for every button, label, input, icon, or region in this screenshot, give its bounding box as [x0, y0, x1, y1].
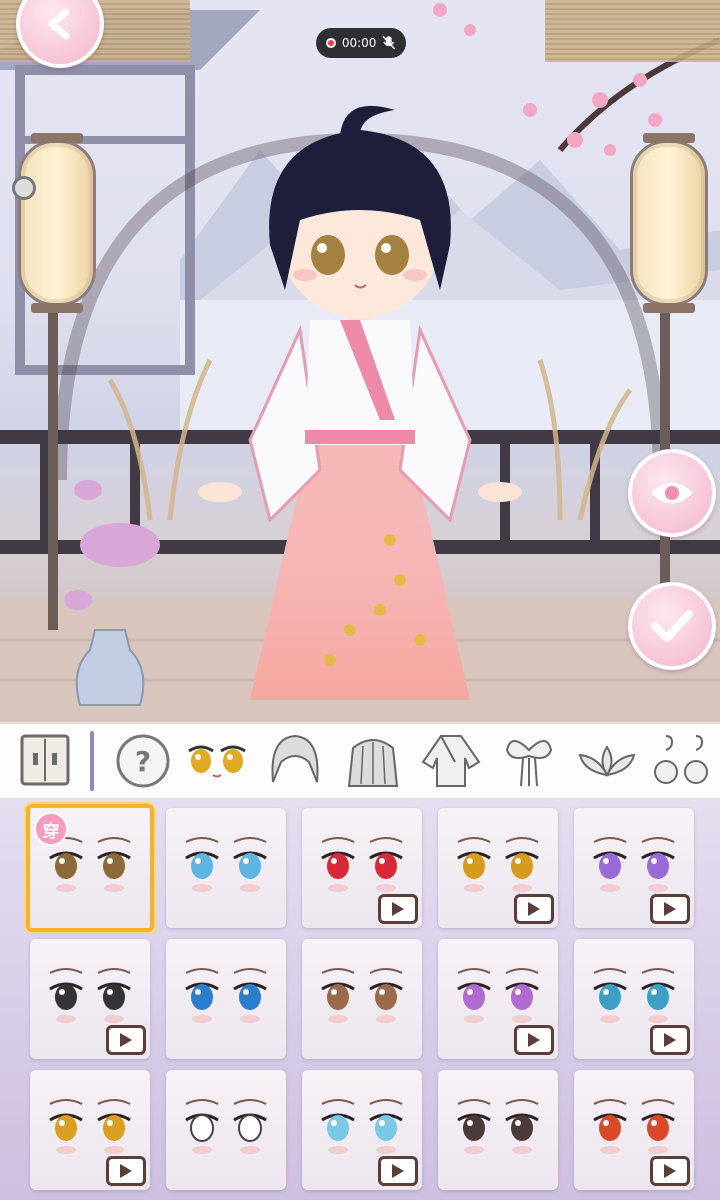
back-hair-icon [347, 739, 399, 787]
dress-up-scene: ONE YY 00:00 [0, 0, 720, 725]
eye-option-card[interactable] [166, 1070, 286, 1190]
checkmark-icon [651, 610, 693, 642]
hairpin-icon [505, 740, 553, 787]
eye-option-card[interactable] [574, 808, 694, 928]
tool-wardrobe[interactable] [0, 729, 90, 793]
hanfu-icon [421, 735, 481, 787]
eye-style-preview [185, 837, 267, 892]
eye-option-card[interactable]: 穿 [26, 804, 154, 932]
eye-style-preview [457, 1099, 539, 1154]
back-arrow-icon [48, 8, 70, 40]
eye-icon [651, 482, 693, 504]
bamboo-blind-right [545, 0, 720, 62]
tool-lotus[interactable] [568, 729, 646, 793]
side-handle[interactable] [12, 176, 36, 200]
svg-text:?: ? [135, 745, 151, 778]
mic-off-icon [382, 35, 396, 50]
toolbar-divider [90, 731, 94, 791]
watch-video-icon [106, 1156, 146, 1186]
eye-option-card[interactable] [438, 808, 558, 928]
eye-style-preview [185, 1099, 267, 1154]
category-toolbar: ? [0, 722, 720, 798]
eye-option-card[interactable] [574, 1070, 694, 1190]
tool-hair-accessory[interactable] [490, 729, 568, 793]
front-hair-icon [271, 734, 319, 783]
tool-random[interactable]: ? [108, 729, 178, 793]
worn-badge: 穿 [34, 812, 68, 846]
eyes-icon [188, 745, 246, 778]
tool-front-hair[interactable] [256, 729, 334, 793]
confirm-button[interactable] [628, 582, 716, 670]
lantern-pole-left [48, 300, 58, 630]
eye-option-card[interactable] [302, 808, 422, 928]
eye-style-preview [185, 968, 267, 1023]
tool-back-hair[interactable] [334, 729, 412, 793]
eye-option-card[interactable] [30, 939, 150, 1059]
eye-style-preview [321, 968, 403, 1023]
lotus-icon [578, 745, 636, 777]
record-dot-icon [326, 38, 336, 48]
earrings-icon [654, 735, 708, 784]
watch-video-icon [650, 894, 690, 924]
background-landscape [0, 3, 720, 725]
eye-option-card[interactable] [166, 939, 286, 1059]
eye-option-card[interactable] [30, 1070, 150, 1190]
question-icon: ? [116, 734, 170, 788]
lantern-right [630, 133, 708, 313]
eye-option-card[interactable] [438, 939, 558, 1059]
eye-option-card[interactable] [302, 939, 422, 1059]
watch-video-icon [650, 1156, 690, 1186]
recording-time: 00:00 [341, 36, 377, 50]
watch-video-icon [106, 1025, 146, 1055]
tool-earrings[interactable] [646, 729, 716, 793]
watch-video-icon [378, 894, 418, 924]
tool-clothes[interactable] [412, 729, 490, 793]
eye-option-card[interactable] [438, 1070, 558, 1190]
eye-option-card[interactable] [302, 1070, 422, 1190]
screen-recorder-pill[interactable]: 00:00 [316, 28, 406, 58]
tool-eyes[interactable] [178, 729, 256, 793]
eye-options-panel: 穿 [0, 798, 720, 1200]
eye-options-grid: 穿 [26, 804, 694, 1190]
lantern-left [18, 133, 96, 313]
watch-video-icon [514, 894, 554, 924]
eye-option-card[interactable] [574, 939, 694, 1059]
watch-video-icon [378, 1156, 418, 1186]
preview-button[interactable] [628, 449, 716, 537]
wardrobe-icon [20, 734, 70, 786]
watch-video-icon [650, 1025, 690, 1055]
watch-video-icon [514, 1025, 554, 1055]
eye-option-card[interactable] [166, 808, 286, 928]
